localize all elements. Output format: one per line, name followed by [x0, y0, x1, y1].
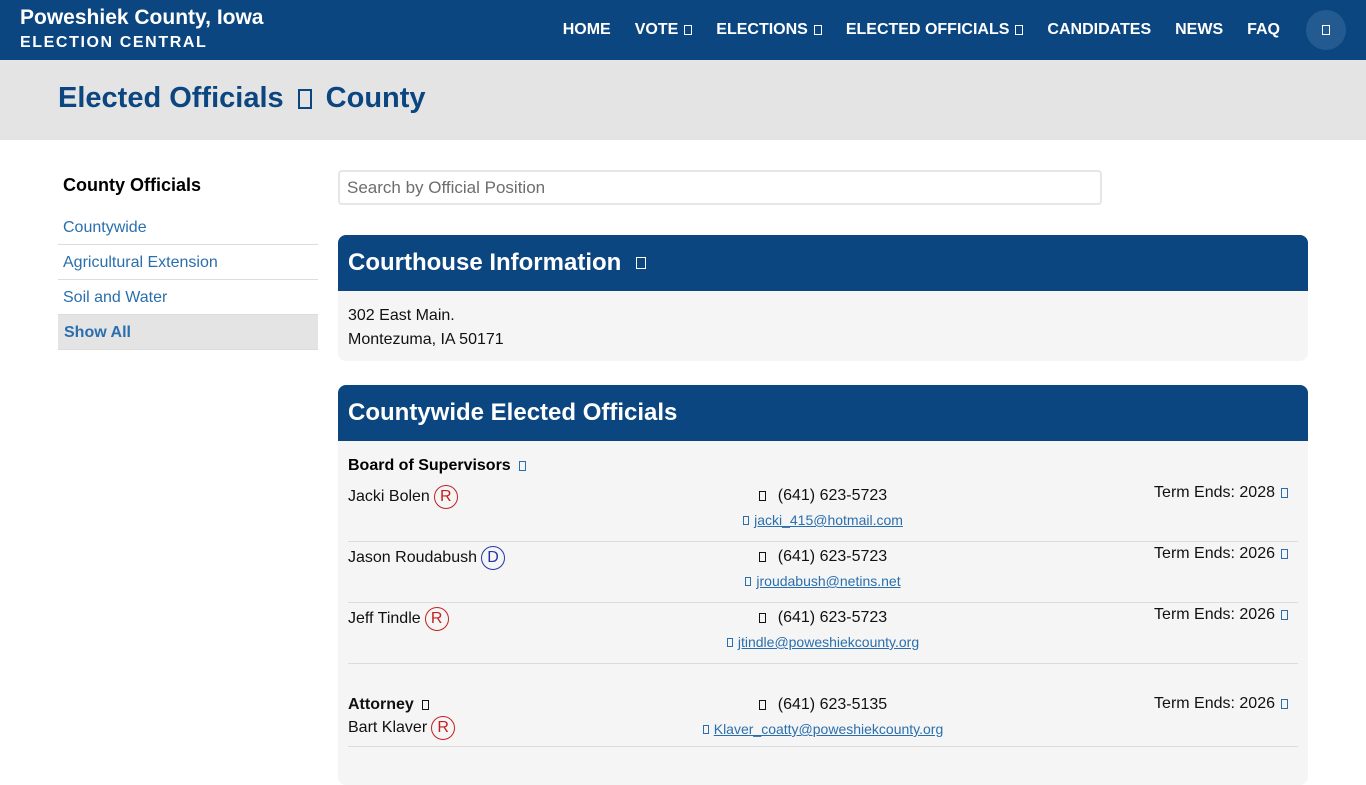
official-row: Jason Roudabush D (641) 623-5723 jroudab…	[348, 542, 1298, 603]
official-email: jroudabush@netins.net	[348, 573, 1298, 589]
phone-icon	[758, 491, 766, 501]
nav-home[interactable]: HOME	[563, 21, 611, 39]
official-row: Jacki Bolen R (641) 623-5723 jacki_415@h…	[348, 481, 1298, 542]
sidebar-item-agricultural-extension[interactable]: Agricultural Extension	[58, 245, 318, 280]
chevron-down-icon	[1015, 25, 1024, 35]
sidebar: County Officials Countywide Agricultural…	[58, 170, 318, 350]
site-title[interactable]: Poweshiek County, Iowa	[20, 6, 264, 30]
courthouse-address: 302 East Main. Montezuma, IA 50171	[338, 291, 1308, 352]
official-row-attorney: Attorney Bart Klaver R (641) 623-5135 Kl…	[348, 688, 1298, 747]
sidebar-item-show-all[interactable]: Show All	[58, 315, 318, 350]
search-icon	[1322, 25, 1330, 35]
nav-candidates[interactable]: CANDIDATES	[1047, 21, 1151, 39]
info-icon[interactable]	[1281, 488, 1288, 498]
official-email-link[interactable]: jacki_415@hotmail.com	[754, 512, 903, 528]
nav-vote-label: VOTE	[634, 21, 679, 38]
sidebar-item-countywide[interactable]: Countywide	[58, 210, 318, 245]
board-title-text: Board of Supervisors	[348, 457, 511, 474]
countywide-card: Countywide Elected Officials Board of Su…	[338, 385, 1308, 785]
term-ends: Term Ends: 2026	[1154, 606, 1288, 624]
page-title-sub: County	[325, 82, 426, 114]
term-ends: Term Ends: 2026	[1154, 695, 1288, 713]
nav-news[interactable]: NEWS	[1175, 21, 1223, 39]
term-ends: Term Ends: 2028	[1154, 484, 1288, 502]
term-ends-text: Term Ends: 2026	[1154, 695, 1275, 712]
official-email-link[interactable]: Klaver_coatty@poweshiekcounty.org	[714, 721, 944, 737]
phone-icon	[758, 700, 766, 710]
nav-elections[interactable]: ELECTIONS	[716, 21, 822, 39]
main-nav: HOME VOTE ELECTIONS ELECTED OFFICIALS CA…	[539, 0, 1346, 60]
email-icon	[726, 637, 733, 647]
official-email: jacki_415@hotmail.com	[348, 512, 1298, 528]
board-title: Board of Supervisors	[348, 457, 526, 475]
nav-vote[interactable]: VOTE	[635, 21, 693, 39]
official-email-link[interactable]: jtindle@poweshiekcounty.org	[738, 634, 919, 650]
courthouse-heading: Courthouse Information	[338, 235, 1308, 291]
countywide-heading-text: Countywide Elected Officials	[348, 399, 678, 426]
nav-elections-label: ELECTIONS	[716, 21, 808, 38]
search-input[interactable]	[338, 170, 1102, 205]
nav-faq[interactable]: FAQ	[1247, 21, 1280, 39]
site-subtitle[interactable]: ELECTION CENTRAL	[20, 33, 264, 53]
official-phone-text: (641) 623-5723	[777, 487, 888, 504]
sidebar-heading: County Officials	[63, 175, 202, 195]
term-ends-text: Term Ends: 2026	[1154, 606, 1275, 623]
info-icon[interactable]	[1281, 610, 1288, 620]
email-icon	[745, 576, 752, 586]
info-icon[interactable]	[1281, 549, 1288, 559]
info-icon[interactable]	[518, 461, 526, 471]
official-phone-text: (641) 623-5723	[777, 609, 888, 626]
official-email-link[interactable]: jroudabush@netins.net	[756, 573, 900, 589]
phone-icon	[758, 552, 766, 562]
email-icon	[702, 724, 709, 734]
nav-elected-officials-label: ELECTED OFFICIALS	[845, 21, 1010, 38]
sidebar-item-soil-and-water[interactable]: Soil and Water	[58, 280, 318, 315]
courthouse-heading-text: Courthouse Information	[348, 249, 622, 276]
info-icon[interactable]	[1281, 699, 1288, 709]
official-phone-text: (641) 623-5135	[777, 696, 888, 713]
email-icon	[743, 515, 750, 525]
term-ends-text: Term Ends: 2028	[1154, 484, 1275, 501]
page-title-main: Elected Officials	[58, 82, 284, 114]
search-button[interactable]	[1306, 10, 1346, 50]
courthouse-card: Courthouse Information 302 East Main. Mo…	[338, 235, 1308, 361]
official-phone-text: (641) 623-5723	[777, 548, 888, 565]
site-brand[interactable]: Poweshiek County, Iowa ELECTION CENTRAL	[20, 6, 264, 53]
official-row: Jeff Tindle R (641) 623-5723 jtindle@pow…	[348, 603, 1298, 664]
official-email: Klaver_coatty@poweshiekcounty.org	[348, 721, 1298, 737]
title-band: Elected Officials County	[0, 60, 1366, 140]
address-line-2: Montezuma, IA 50171	[348, 331, 504, 348]
page-title: Elected Officials County	[58, 82, 426, 115]
top-navbar: Poweshiek County, Iowa ELECTION CENTRAL …	[0, 0, 1366, 60]
nav-home-label: HOME	[562, 21, 611, 38]
chevron-down-icon	[813, 25, 822, 35]
chevron-down-icon	[684, 25, 693, 35]
official-email: jtindle@poweshiekcounty.org	[348, 634, 1298, 650]
phone-icon	[758, 613, 766, 623]
term-ends: Term Ends: 2026	[1154, 545, 1288, 563]
address-line-1: 302 East Main.	[348, 307, 455, 324]
term-ends-text: Term Ends: 2026	[1154, 545, 1275, 562]
countywide-heading: Countywide Elected Officials	[338, 385, 1308, 441]
external-link-icon[interactable]	[636, 257, 647, 269]
nav-candidates-label: CANDIDATES	[1047, 21, 1152, 38]
chevron-right-icon	[297, 88, 312, 109]
nav-faq-label: FAQ	[1247, 21, 1280, 38]
nav-elected-officials[interactable]: ELECTED OFFICIALS	[846, 21, 1024, 39]
nav-news-label: NEWS	[1175, 21, 1224, 38]
